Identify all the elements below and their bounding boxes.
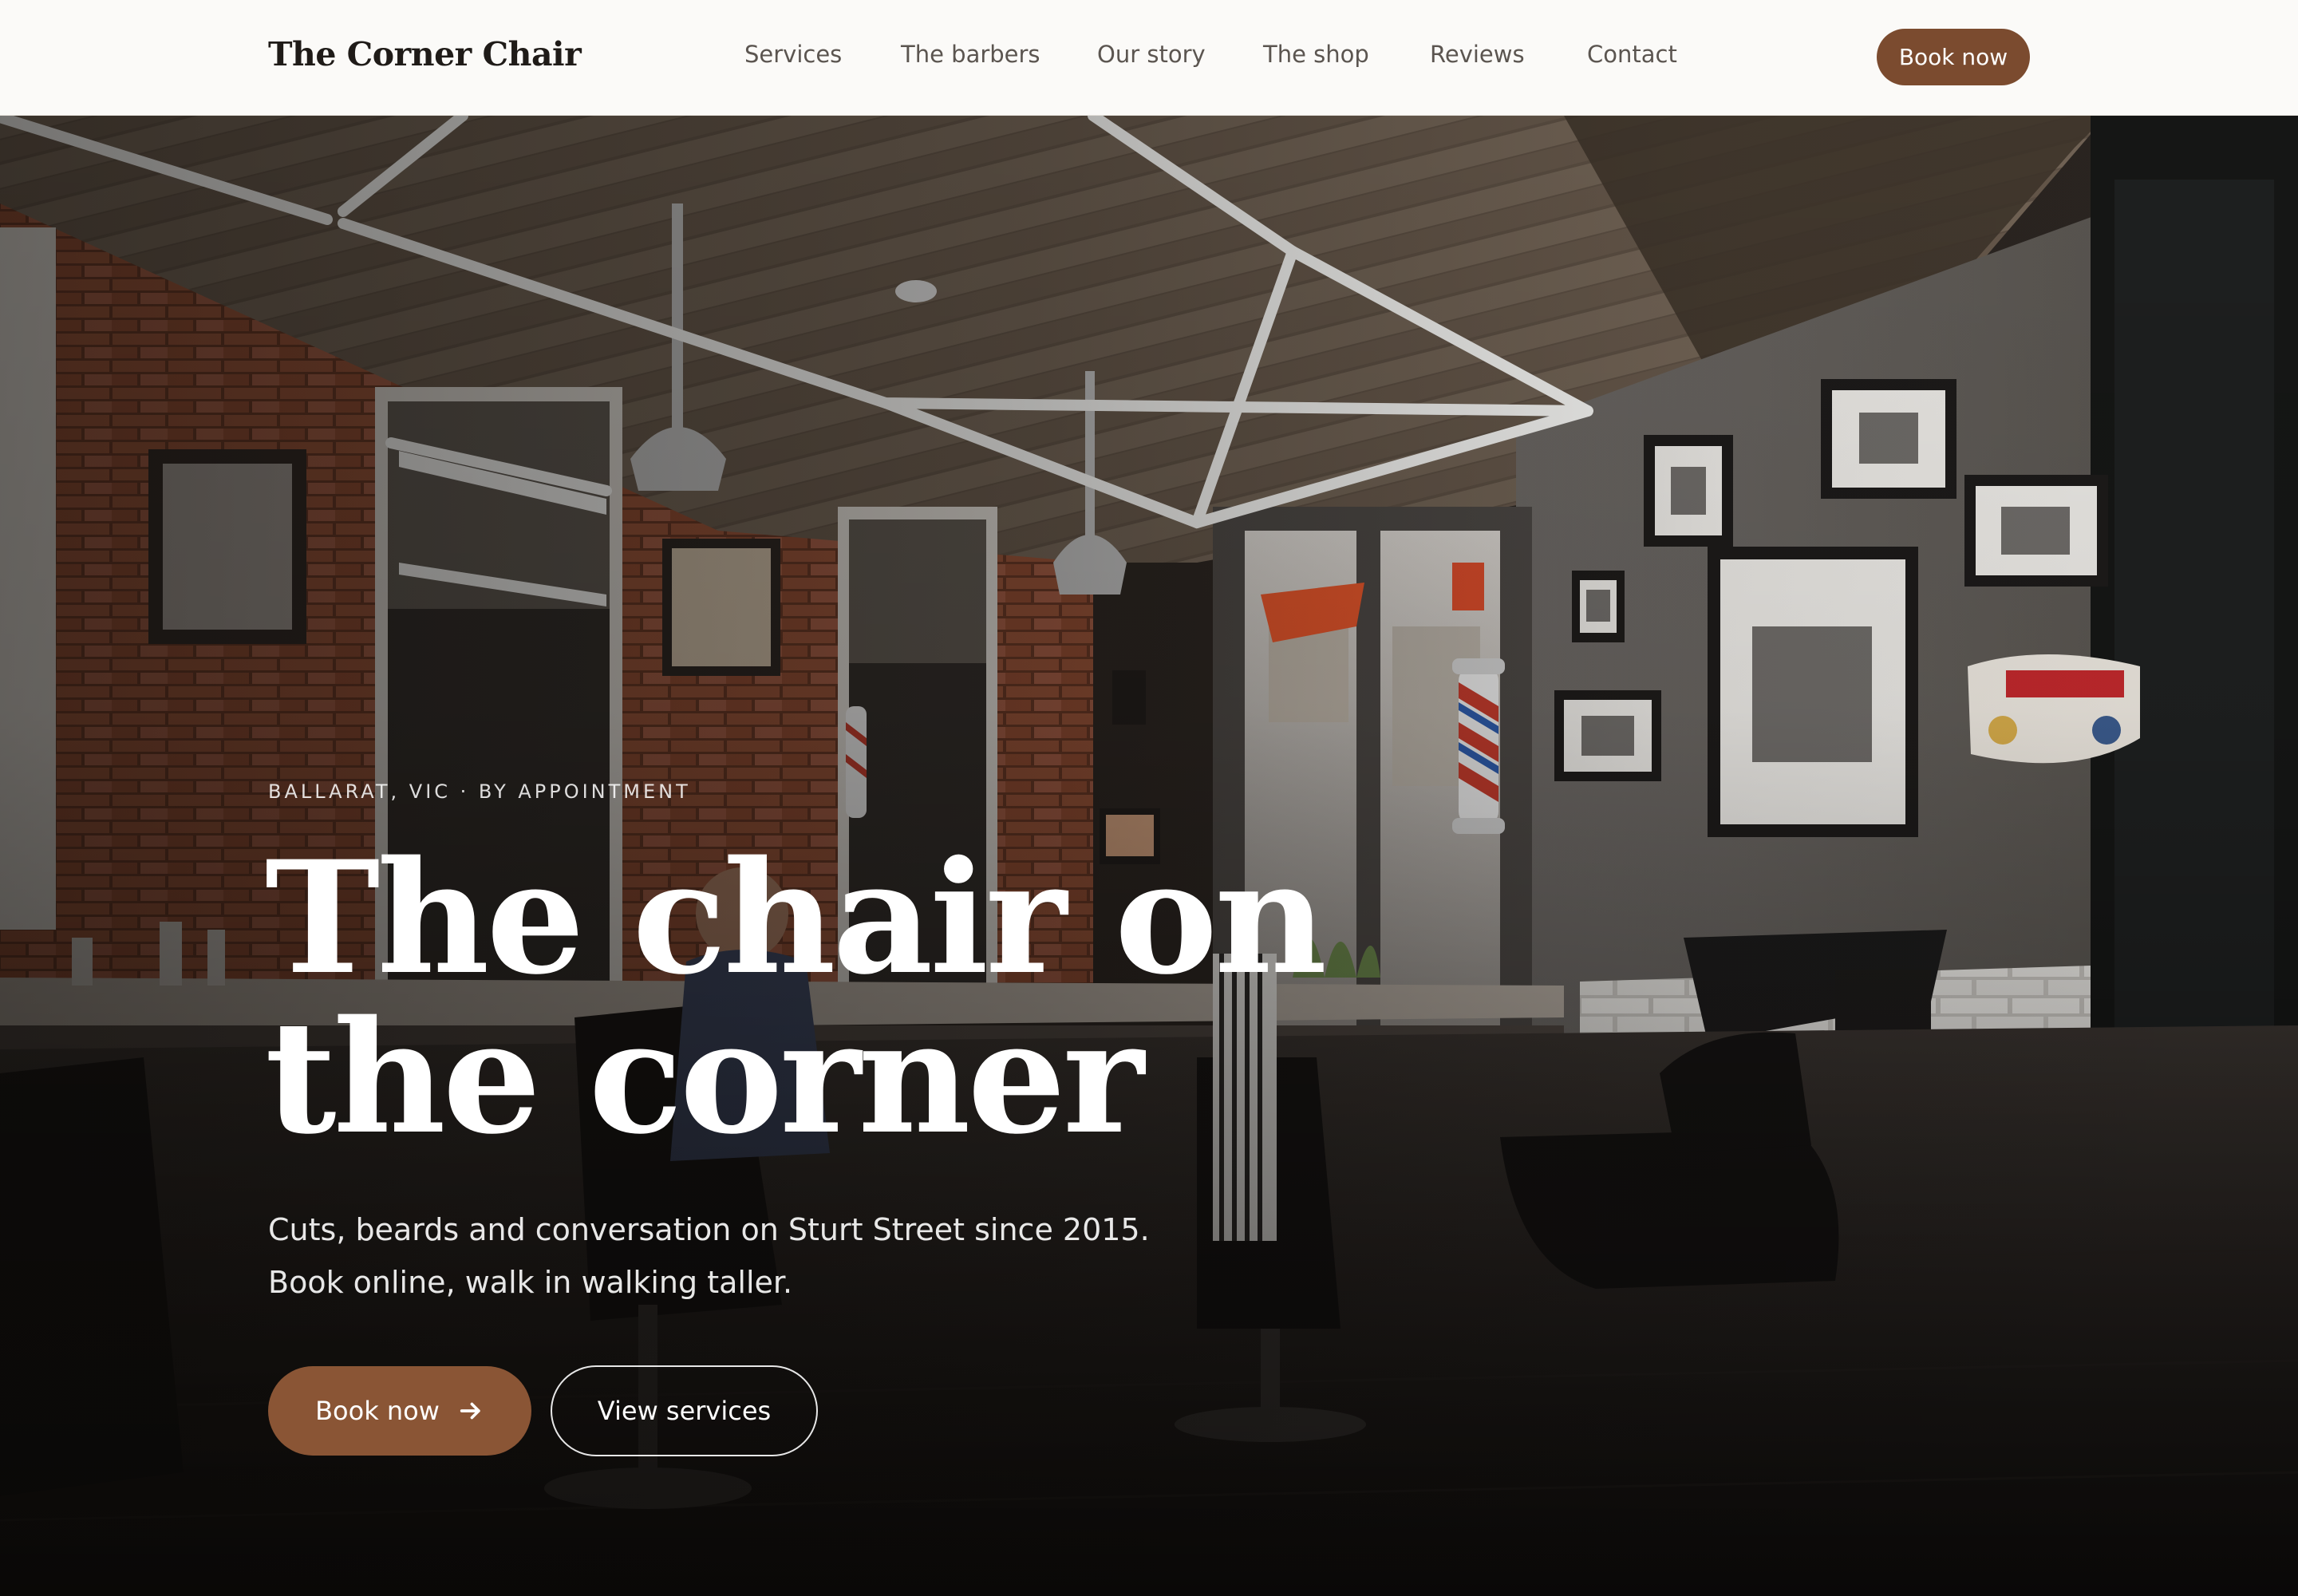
hero-subcopy-line-1: Cuts, beards and conversation on Sturt S… (268, 1212, 1150, 1247)
hero-book-now-label: Book now (315, 1396, 440, 1426)
site-logo[interactable]: The Corner Chair (268, 35, 582, 73)
hero-view-services-button[interactable]: View services (551, 1365, 818, 1456)
hero-subcopy: Cuts, beards and conversation on Sturt S… (268, 1203, 1305, 1309)
hero-book-now-button[interactable]: Book now (268, 1366, 531, 1456)
nav-link-reviews[interactable]: Reviews (1430, 41, 1525, 68)
nav-link-our-story[interactable]: Our story (1097, 41, 1206, 68)
nav-link-services[interactable]: Services (744, 41, 842, 68)
hero-headline-line-1: The chair on (265, 827, 1327, 1009)
hero-headline-line-2: the corner (265, 986, 1144, 1168)
site-header: The Corner Chair Services The barbers Ou… (0, 0, 2298, 116)
hero-subcopy-line-2: Book online, walk in walking taller. (268, 1265, 793, 1300)
hero-eyebrow: BALLARAT, VIC · BY APPOINTMENT (268, 780, 691, 803)
nav-link-the-shop[interactable]: The shop (1263, 41, 1369, 68)
header-book-now-button[interactable]: Book now (1877, 29, 2030, 85)
arrow-right-icon (460, 1402, 480, 1420)
hero-headline: The chair on the corner (265, 838, 1382, 1157)
nav-link-contact[interactable]: Contact (1587, 41, 1677, 68)
nav-link-the-barbers[interactable]: The barbers (901, 41, 1040, 68)
